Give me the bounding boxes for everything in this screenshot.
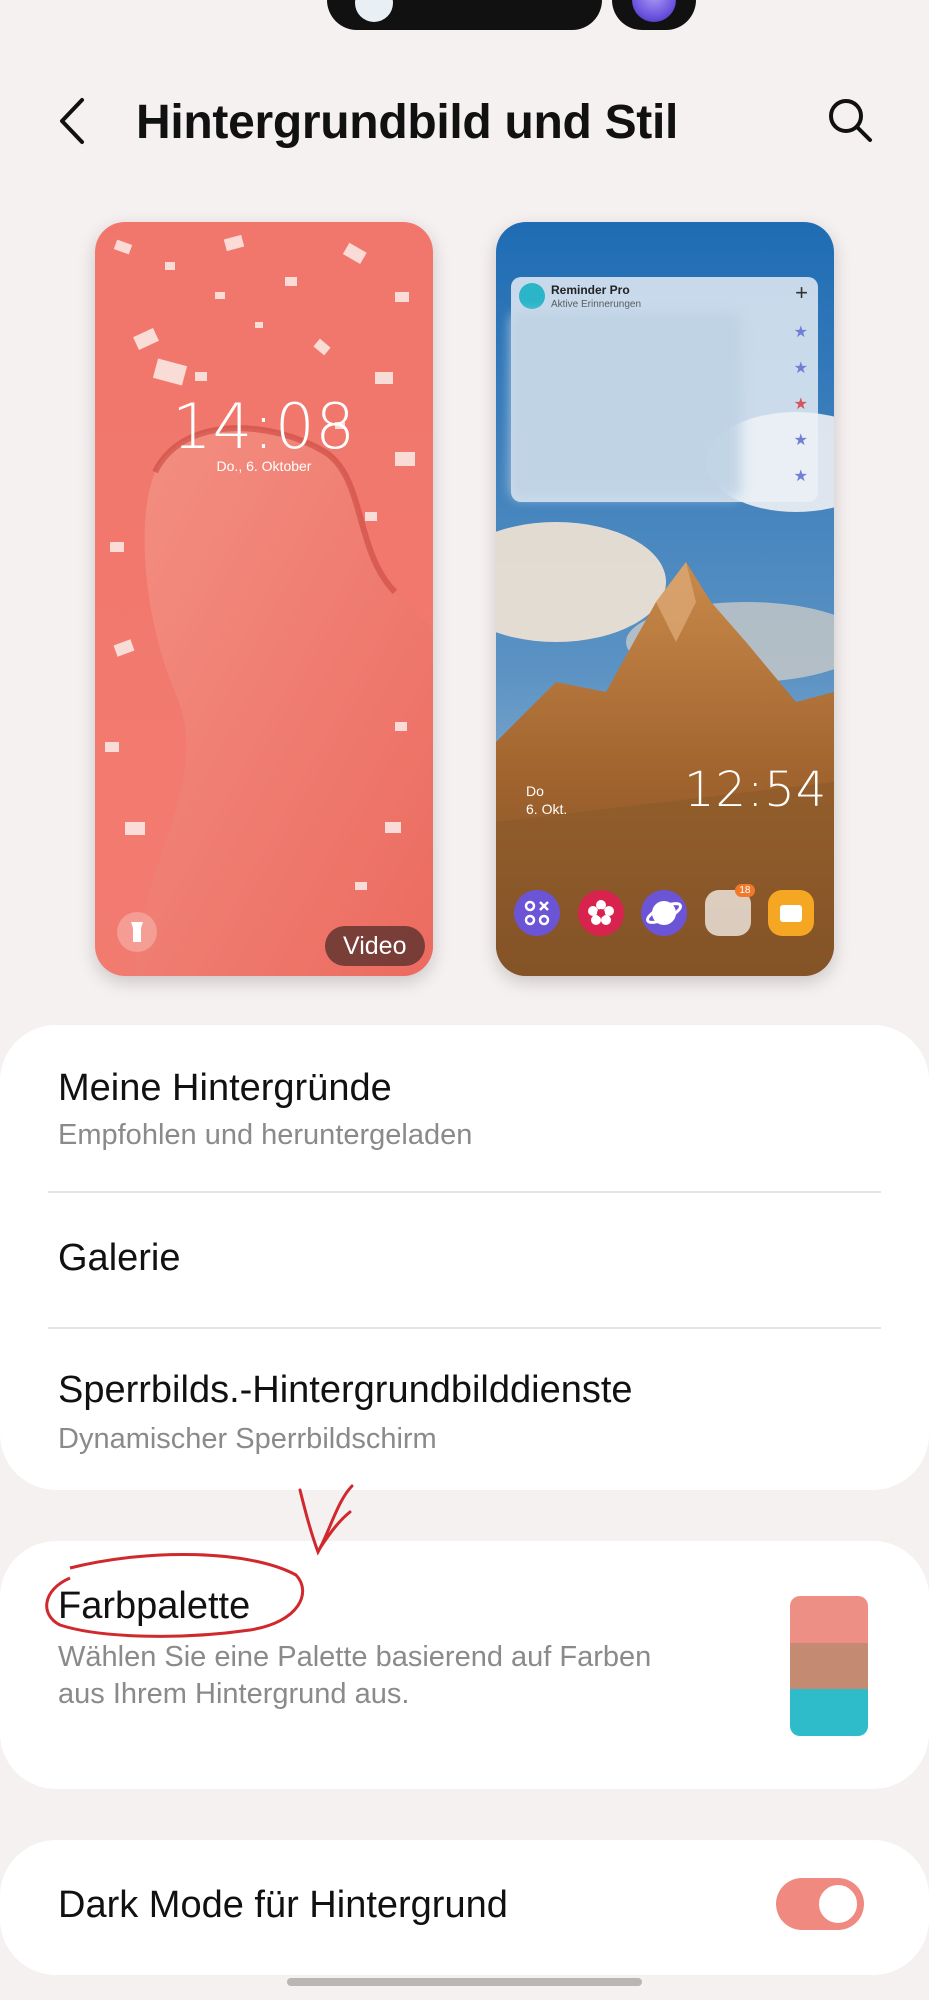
widget-subtitle: Aktive Erinnerungen: [551, 299, 642, 310]
lockscreen-services-title: Sperrbilds.-Hintergrundbilddienste: [58, 1369, 633, 1411]
lockscreen-date: Do., 6. Oktober: [216, 458, 312, 474]
internet-app-icon: [641, 890, 687, 936]
homescreen-daydate: 6. Okt.: [526, 801, 568, 817]
app-bar: Hintergrundbild und Stil: [0, 80, 929, 160]
star-icon: ★: [793, 396, 808, 413]
folder-badge: 18: [735, 884, 755, 897]
palette-swatch[interactable]: [790, 1596, 868, 1736]
my-wallpapers-row[interactable]: Meine Hintergründe Empfohlen und herunte…: [0, 1025, 929, 1190]
color-palette-card[interactable]: Farbpalette Wählen Sie eine Palette basi…: [0, 1541, 929, 1789]
folder-icon: 18: [704, 884, 755, 936]
swatch-color-2: [790, 1642, 868, 1690]
swatch-color-3: [790, 1689, 868, 1736]
home-indicator[interactable]: [287, 1978, 642, 1986]
homescreen-date: Do 6. Okt.: [526, 782, 567, 818]
status-bar-fragment: [0, 0, 929, 30]
palette-title: Farbpalette: [58, 1585, 251, 1627]
palette-subtitle-2: aus Ihrem Hintergrund aus.: [58, 1678, 410, 1710]
camera-pill: [327, 0, 602, 30]
page-title: Hintergrundbild und Stil: [136, 96, 679, 149]
gallery-title: Galerie: [58, 1237, 181, 1279]
widget-add-icon: +: [795, 280, 808, 305]
palette-subtitle-1: Wählen Sie eine Palette basierend auf Fa…: [58, 1641, 652, 1673]
search-icon[interactable]: [822, 92, 878, 148]
pill-indicator-icon: [355, 0, 393, 22]
reminder-widget: Reminder Pro Aktive Erinnerungen + ★ ★ ★…: [511, 277, 818, 502]
dock: 18: [514, 884, 814, 940]
homescreen-clock: 12:54: [684, 762, 828, 818]
lockscreen-services-row[interactable]: Sperrbilds.-Hintergrundbilddienste Dynam…: [0, 1329, 929, 1489]
apps-icon: [514, 890, 560, 936]
homescreen-day: Do: [526, 783, 544, 799]
video-badge: Video: [325, 926, 425, 966]
widget-title: Reminder Pro: [551, 283, 630, 297]
my-files-icon: [768, 890, 814, 936]
my-wallpapers-subtitle: Empfohlen und heruntergeladen: [58, 1119, 473, 1151]
swatch-color-1: [790, 1596, 868, 1643]
toggle-knob: [816, 1882, 860, 1926]
lockscreen-services-subtitle: Dynamischer Sperrbildschirm: [58, 1423, 437, 1455]
lockscreen-clock: 14:08: [172, 390, 356, 463]
dark-mode-card[interactable]: Dark Mode für Hintergrund: [0, 1840, 929, 1975]
homescreen-preview[interactable]: Reminder Pro Aktive Erinnerungen + ★ ★ ★…: [496, 222, 834, 976]
assistant-bubble[interactable]: [612, 0, 696, 30]
widget-blurred-content: [511, 313, 741, 498]
lockscreen-preview[interactable]: 14:08 Do., 6. Oktober Video: [95, 222, 433, 976]
gallery-app-icon: [577, 890, 624, 936]
lockscreen-wallpaper: [95, 222, 433, 976]
flashlight-icon: [117, 912, 157, 952]
star-icon: ★: [793, 432, 808, 449]
reminder-app-icon: [519, 283, 545, 309]
star-icon: ★: [793, 360, 808, 377]
assistant-icon: [632, 0, 676, 22]
gallery-row[interactable]: Galerie: [0, 1193, 929, 1326]
back-icon[interactable]: [52, 94, 100, 148]
star-icon: ★: [793, 324, 808, 341]
my-wallpapers-title: Meine Hintergründe: [58, 1067, 392, 1109]
star-icon: ★: [793, 468, 808, 485]
wallpaper-sources-card: Meine Hintergründe Empfohlen und herunte…: [0, 1025, 929, 1490]
dark-mode-toggle[interactable]: [776, 1878, 864, 1930]
dark-mode-title: Dark Mode für Hintergrund: [58, 1884, 508, 1926]
